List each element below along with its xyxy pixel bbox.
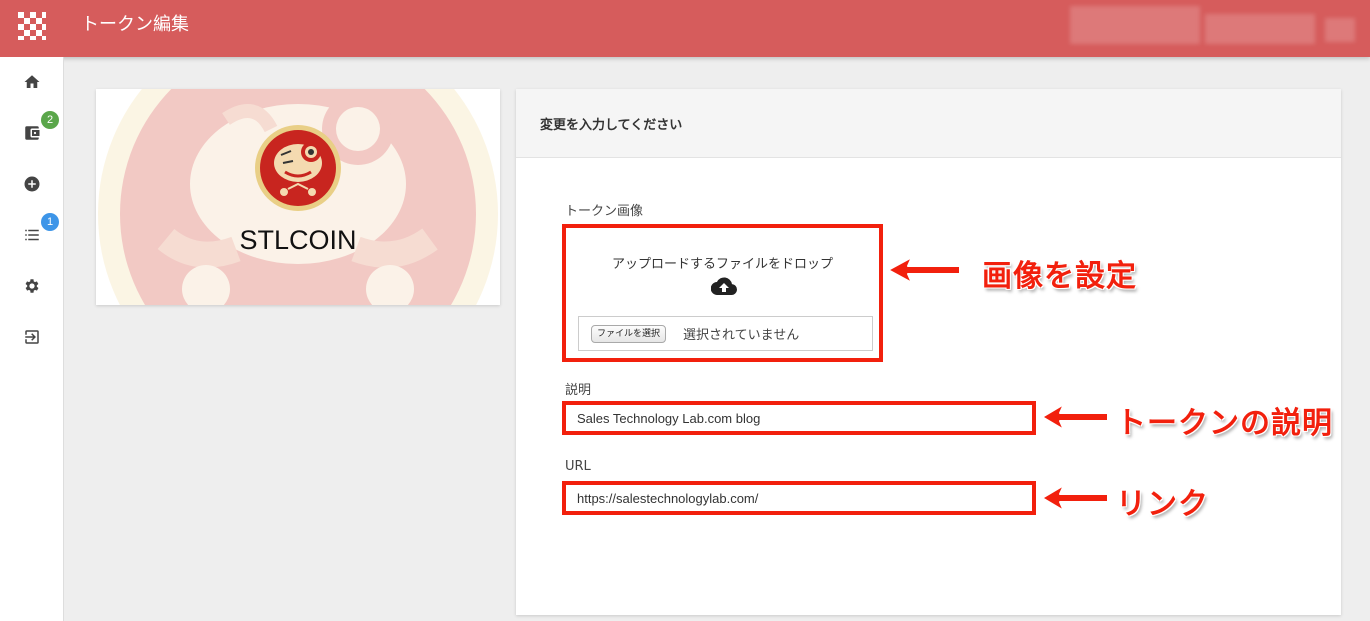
token-name: STLCOIN xyxy=(239,225,357,255)
gear-icon xyxy=(25,279,39,293)
checker-logo-icon[interactable] xyxy=(16,10,48,42)
token-preview-card: STLCOIN xyxy=(96,89,500,305)
form-header-text: 変更を入力してください xyxy=(540,118,683,133)
sidebar-item-logout[interactable] xyxy=(19,324,45,350)
arrow-left-icon xyxy=(1041,403,1109,431)
link-callout-label: リンク xyxy=(1116,487,1209,522)
list-icon xyxy=(25,229,39,241)
sidebar-item-home[interactable] xyxy=(19,69,45,95)
top-app-bar: トークン編集 xyxy=(0,0,1370,57)
image-dropzone[interactable]: アップロードするファイルをドロップ ファイルを選択 選択されていません xyxy=(562,224,883,362)
description-callout-label: トークンの説明 xyxy=(1116,406,1333,441)
dropzone-text: アップロードするファイルをドロップ xyxy=(611,257,833,272)
sidebar-item-settings[interactable] xyxy=(19,273,45,299)
url-label: URL xyxy=(565,459,591,474)
home-icon xyxy=(24,75,40,88)
add-circle-icon xyxy=(24,176,40,192)
blurred-account-info-3 xyxy=(1325,18,1355,42)
sidebar: 2 1 xyxy=(0,57,64,621)
file-input-row: ファイルを選択 選択されていません xyxy=(578,316,873,351)
token-image-label: トークン画像 xyxy=(565,204,644,219)
form-header: 変更を入力してください xyxy=(516,89,1341,158)
wallet-icon xyxy=(25,126,40,140)
cloud-upload-icon xyxy=(711,277,737,296)
sidebar-item-create[interactable] xyxy=(19,171,45,197)
choose-file-button[interactable]: ファイルを選択 xyxy=(591,325,667,343)
blurred-account-info-2 xyxy=(1205,14,1315,44)
wallet-badge: 2 xyxy=(41,111,59,129)
list-badge: 1 xyxy=(41,213,59,231)
blurred-account-info xyxy=(1070,6,1200,44)
url-input[interactable] xyxy=(562,481,1036,515)
token-logo-icon xyxy=(255,125,341,211)
file-status-text: 選択されていません xyxy=(683,328,800,343)
exit-icon xyxy=(25,330,39,344)
image-callout-label: 画像を設定 xyxy=(982,259,1137,294)
arrow-left-icon xyxy=(1041,484,1109,512)
description-label: 説明 xyxy=(565,383,592,398)
page-title: トークン編集 xyxy=(81,14,189,35)
description-input[interactable] xyxy=(562,401,1036,435)
arrow-left-icon xyxy=(887,256,961,284)
